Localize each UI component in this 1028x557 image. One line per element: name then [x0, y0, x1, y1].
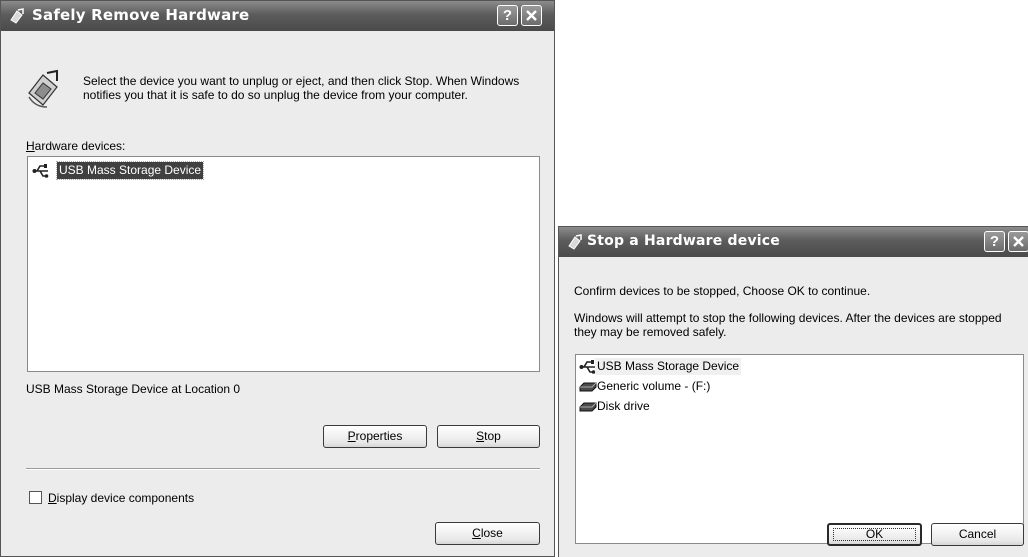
- close-window-button[interactable]: [521, 5, 542, 26]
- hardware-devices-label: Hardware devices:: [26, 139, 125, 153]
- close-button[interactable]: Close: [435, 522, 540, 545]
- cancel-button[interactable]: Cancel: [931, 523, 1024, 546]
- hardware-icon: [568, 234, 582, 250]
- device-location-text: USB Mass Storage Device at Location 0: [26, 382, 241, 396]
- close-accel: C: [472, 526, 481, 540]
- close-window-button[interactable]: [1008, 231, 1028, 252]
- stop-accel: S: [476, 429, 485, 443]
- separator: [26, 468, 540, 470]
- display-components-accel: D: [48, 491, 57, 505]
- properties-button[interactable]: Properties: [323, 425, 427, 448]
- window-title: Stop a Hardware device: [587, 233, 780, 249]
- focus-rect: [833, 528, 916, 541]
- title-bar[interactable]: Safely Remove Hardware ?: [1, 1, 554, 31]
- help-icon: ?: [989, 233, 1000, 250]
- hardware-devices-label-text: ardware devices:: [34, 139, 126, 153]
- ok-button[interactable]: OK: [827, 523, 922, 546]
- title-bar[interactable]: Stop a Hardware device ?: [559, 227, 1028, 257]
- cancel-label: Cancel: [958, 527, 997, 541]
- close-icon: [1013, 236, 1024, 247]
- safely-remove-hardware-window: Safely Remove Hardware ? Select the devi…: [0, 0, 555, 557]
- hardware-icon: [10, 8, 24, 24]
- device-label: USB Mass Storage Device: [595, 358, 742, 375]
- stop-devices-list[interactable]: USB Mass Storage Device Generic volume -…: [575, 354, 1024, 544]
- close-icon: [526, 10, 537, 21]
- display-components-label-text: isplay device components: [56, 491, 195, 505]
- instruction-text: Select the device you want to unplug or …: [83, 74, 520, 102]
- device-label: Disk drive: [597, 399, 650, 413]
- stop-hardware-device-window: Stop a Hardware device ? Confirm devices…: [558, 226, 1028, 557]
- device-label: Generic volume - (F:): [597, 379, 711, 393]
- help-icon: ?: [502, 7, 513, 24]
- display-components-label[interactable]: Display device components: [48, 491, 194, 505]
- eject-device-icon: [28, 69, 58, 108]
- info-text: Windows will attempt to stop the followi…: [574, 311, 1002, 339]
- help-button[interactable]: ?: [984, 231, 1005, 252]
- device-label: USB Mass Storage Device: [55, 161, 205, 180]
- hardware-devices-list[interactable]: USB Mass Storage Device: [27, 156, 540, 372]
- window-title: Safely Remove Hardware: [32, 6, 250, 24]
- properties-accel: P: [347, 429, 356, 443]
- close-label: lose: [480, 526, 503, 540]
- hardware-devices-accel: H: [26, 139, 35, 153]
- stop-label: top: [484, 429, 501, 443]
- properties-label: roperties: [355, 429, 403, 443]
- confirm-text: Confirm devices to be stopped, Choose OK…: [574, 284, 871, 298]
- stop-button[interactable]: Stop: [437, 425, 540, 448]
- help-button[interactable]: ?: [497, 5, 518, 26]
- display-components-checkbox[interactable]: [29, 491, 42, 504]
- usb-icon: [32, 164, 49, 178]
